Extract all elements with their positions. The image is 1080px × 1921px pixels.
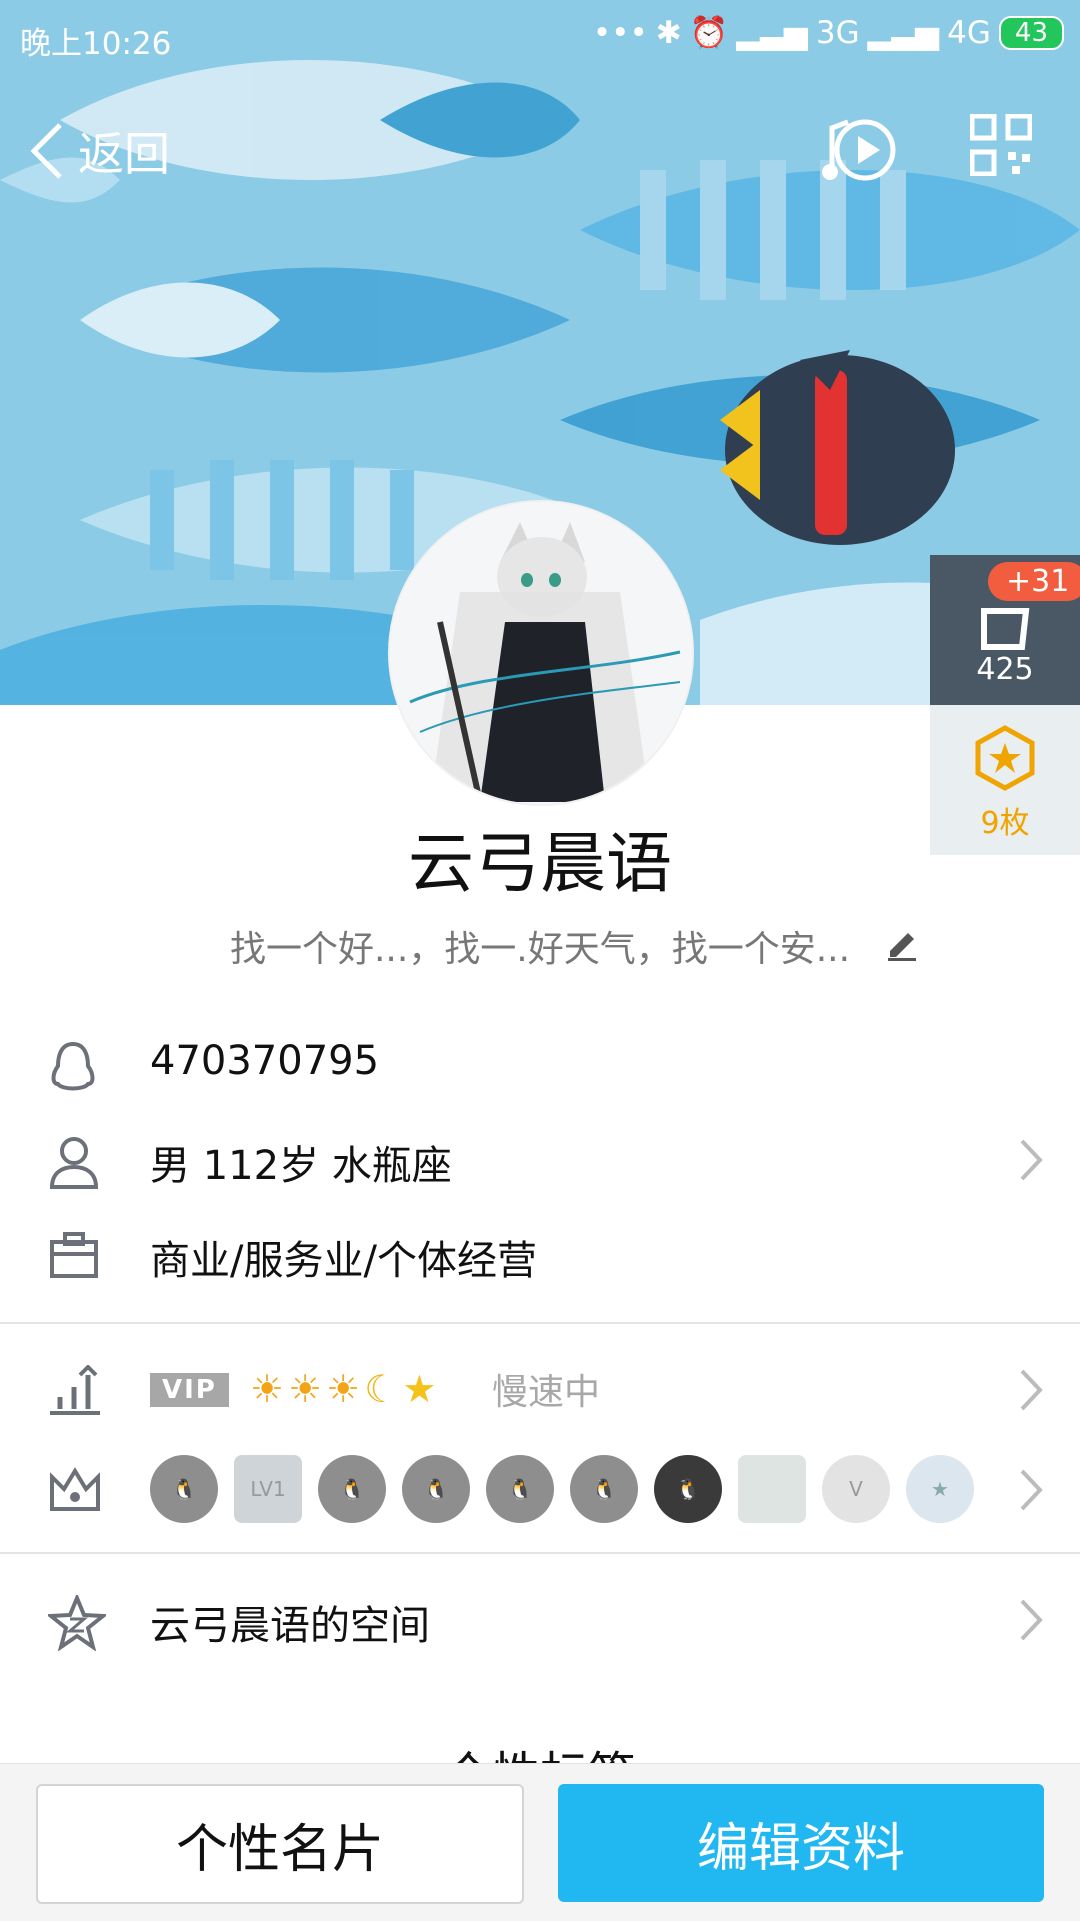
back-button[interactable]: 返回 [28, 118, 170, 184]
chevron-left-icon [30, 123, 62, 179]
edit-profile-button[interactable]: 编辑资料 [558, 1784, 1044, 1902]
penguin-outline-icon [51, 1041, 95, 1091]
bluetooth-icon: ✱ [655, 14, 682, 51]
penguin-badge-icon: 🐧 [570, 1455, 638, 1523]
level-speed-status: 慢速中 [492, 1372, 601, 1413]
diamond-badge-icon: LV1 [234, 1455, 302, 1523]
level-sun-icon: ☀ [288, 1367, 323, 1411]
more-dots-icon: ••• [592, 14, 648, 51]
network-3g: 3G [815, 14, 860, 51]
bottom-action-bar: 个性名片 编辑资料 [0, 1763, 1080, 1921]
occupation-row: 商业/服务业/个体经营 [0, 1210, 1080, 1300]
penguin-badge-icon: 🐧 [150, 1455, 218, 1523]
qzone-row[interactable]: 云弓晨语的空间 [0, 1575, 1080, 1665]
level-sun-icon: ☀ [250, 1367, 285, 1411]
top-nav: 返回 [0, 100, 1080, 200]
qzone-star-icon [48, 1595, 106, 1651]
level-star-icon: ★ [402, 1367, 437, 1411]
profile-name: 云弓晨语 [408, 825, 672, 902]
signal-icon: ▂▃▅ [736, 14, 808, 51]
level-moon-icon: ☾ [364, 1367, 399, 1411]
status-time: 晚上10:26 [20, 26, 172, 62]
avatar-image-icon [390, 502, 692, 804]
chevron-right-icon [1020, 1469, 1043, 1511]
penguin-badge-icon: 🐧 [318, 1455, 386, 1523]
chevron-right-icon [1020, 1139, 1043, 1181]
chevron-right-icon [1020, 1599, 1043, 1641]
diamond-badge-icon [738, 1455, 806, 1523]
level-sun-icon: ☀ [326, 1367, 361, 1411]
crown-icon [50, 1467, 100, 1511]
qr-code-icon [969, 113, 1033, 177]
medal-hexagon-icon[interactable] [974, 725, 1036, 791]
badge-list: 🐧 LV1 🐧 🐧 🐧 🐧 🐧 V ★ [150, 1455, 974, 1523]
status-bar: 晚上10:26 ••• ✱ ⏰ ▂▃▅ 3G ▂▃▅ 4G 43 [0, 0, 1080, 74]
avatar[interactable] [388, 500, 694, 806]
network-4g: 4G [947, 14, 991, 51]
person-icon [49, 1137, 99, 1189]
basic-info-row[interactable]: 男 112岁 水瓶座 [0, 1115, 1080, 1205]
divider [0, 1552, 1080, 1554]
profile-card-button[interactable]: 个性名片 [36, 1784, 524, 1904]
occupation: 商业/服务业/个体经营 [150, 1238, 537, 1284]
signal-icon: ▂▃▅ [867, 14, 940, 51]
penguin-badge-icon: 🐧 [486, 1455, 554, 1523]
battery-indicator: 43 [998, 15, 1064, 50]
level-icons: ☀ ☀ ☀ ☾ ★ [250, 1367, 436, 1411]
qq-number: 470370795 [150, 1038, 380, 1084]
edit-pencil-icon[interactable] [884, 925, 920, 961]
cloud-v-badge-icon: V [822, 1455, 890, 1523]
briefcase-icon [50, 1232, 98, 1278]
qzone-label: 云弓晨语的空间 [150, 1603, 430, 1649]
music-play-icon [822, 119, 896, 181]
vip-tag: VIP [150, 1373, 229, 1407]
level-chart-icon [50, 1365, 100, 1415]
visitor-count: 425 [976, 652, 1034, 687]
badge-lv-label: LV1 [250, 1477, 286, 1501]
qq-number-row: 470370795 [0, 1020, 1080, 1110]
visitor-new-badge: +31 [988, 562, 1080, 601]
level-row[interactable]: VIP ☀ ☀ ☀ ☾ ★ 慢速中 [0, 1345, 1080, 1435]
divider [0, 1322, 1080, 1324]
basic-info: 男 112岁 水瓶座 [150, 1143, 452, 1189]
star-badge-icon: ★ [906, 1455, 974, 1523]
music-button[interactable] [820, 110, 900, 194]
alarm-icon: ⏰ [689, 15, 729, 51]
chevron-right-icon [1020, 1369, 1043, 1411]
penguin-badge-icon: 🐧 [402, 1455, 470, 1523]
qr-code-button[interactable] [969, 113, 1033, 180]
visitor-card-icon [981, 608, 1030, 650]
back-label: 返回 [78, 127, 170, 181]
crown-penguin-badge-icon: 🐧 [654, 1455, 722, 1523]
badges-row[interactable]: 🐧 LV1 🐧 🐧 🐧 🐧 🐧 V ★ [0, 1445, 1080, 1535]
